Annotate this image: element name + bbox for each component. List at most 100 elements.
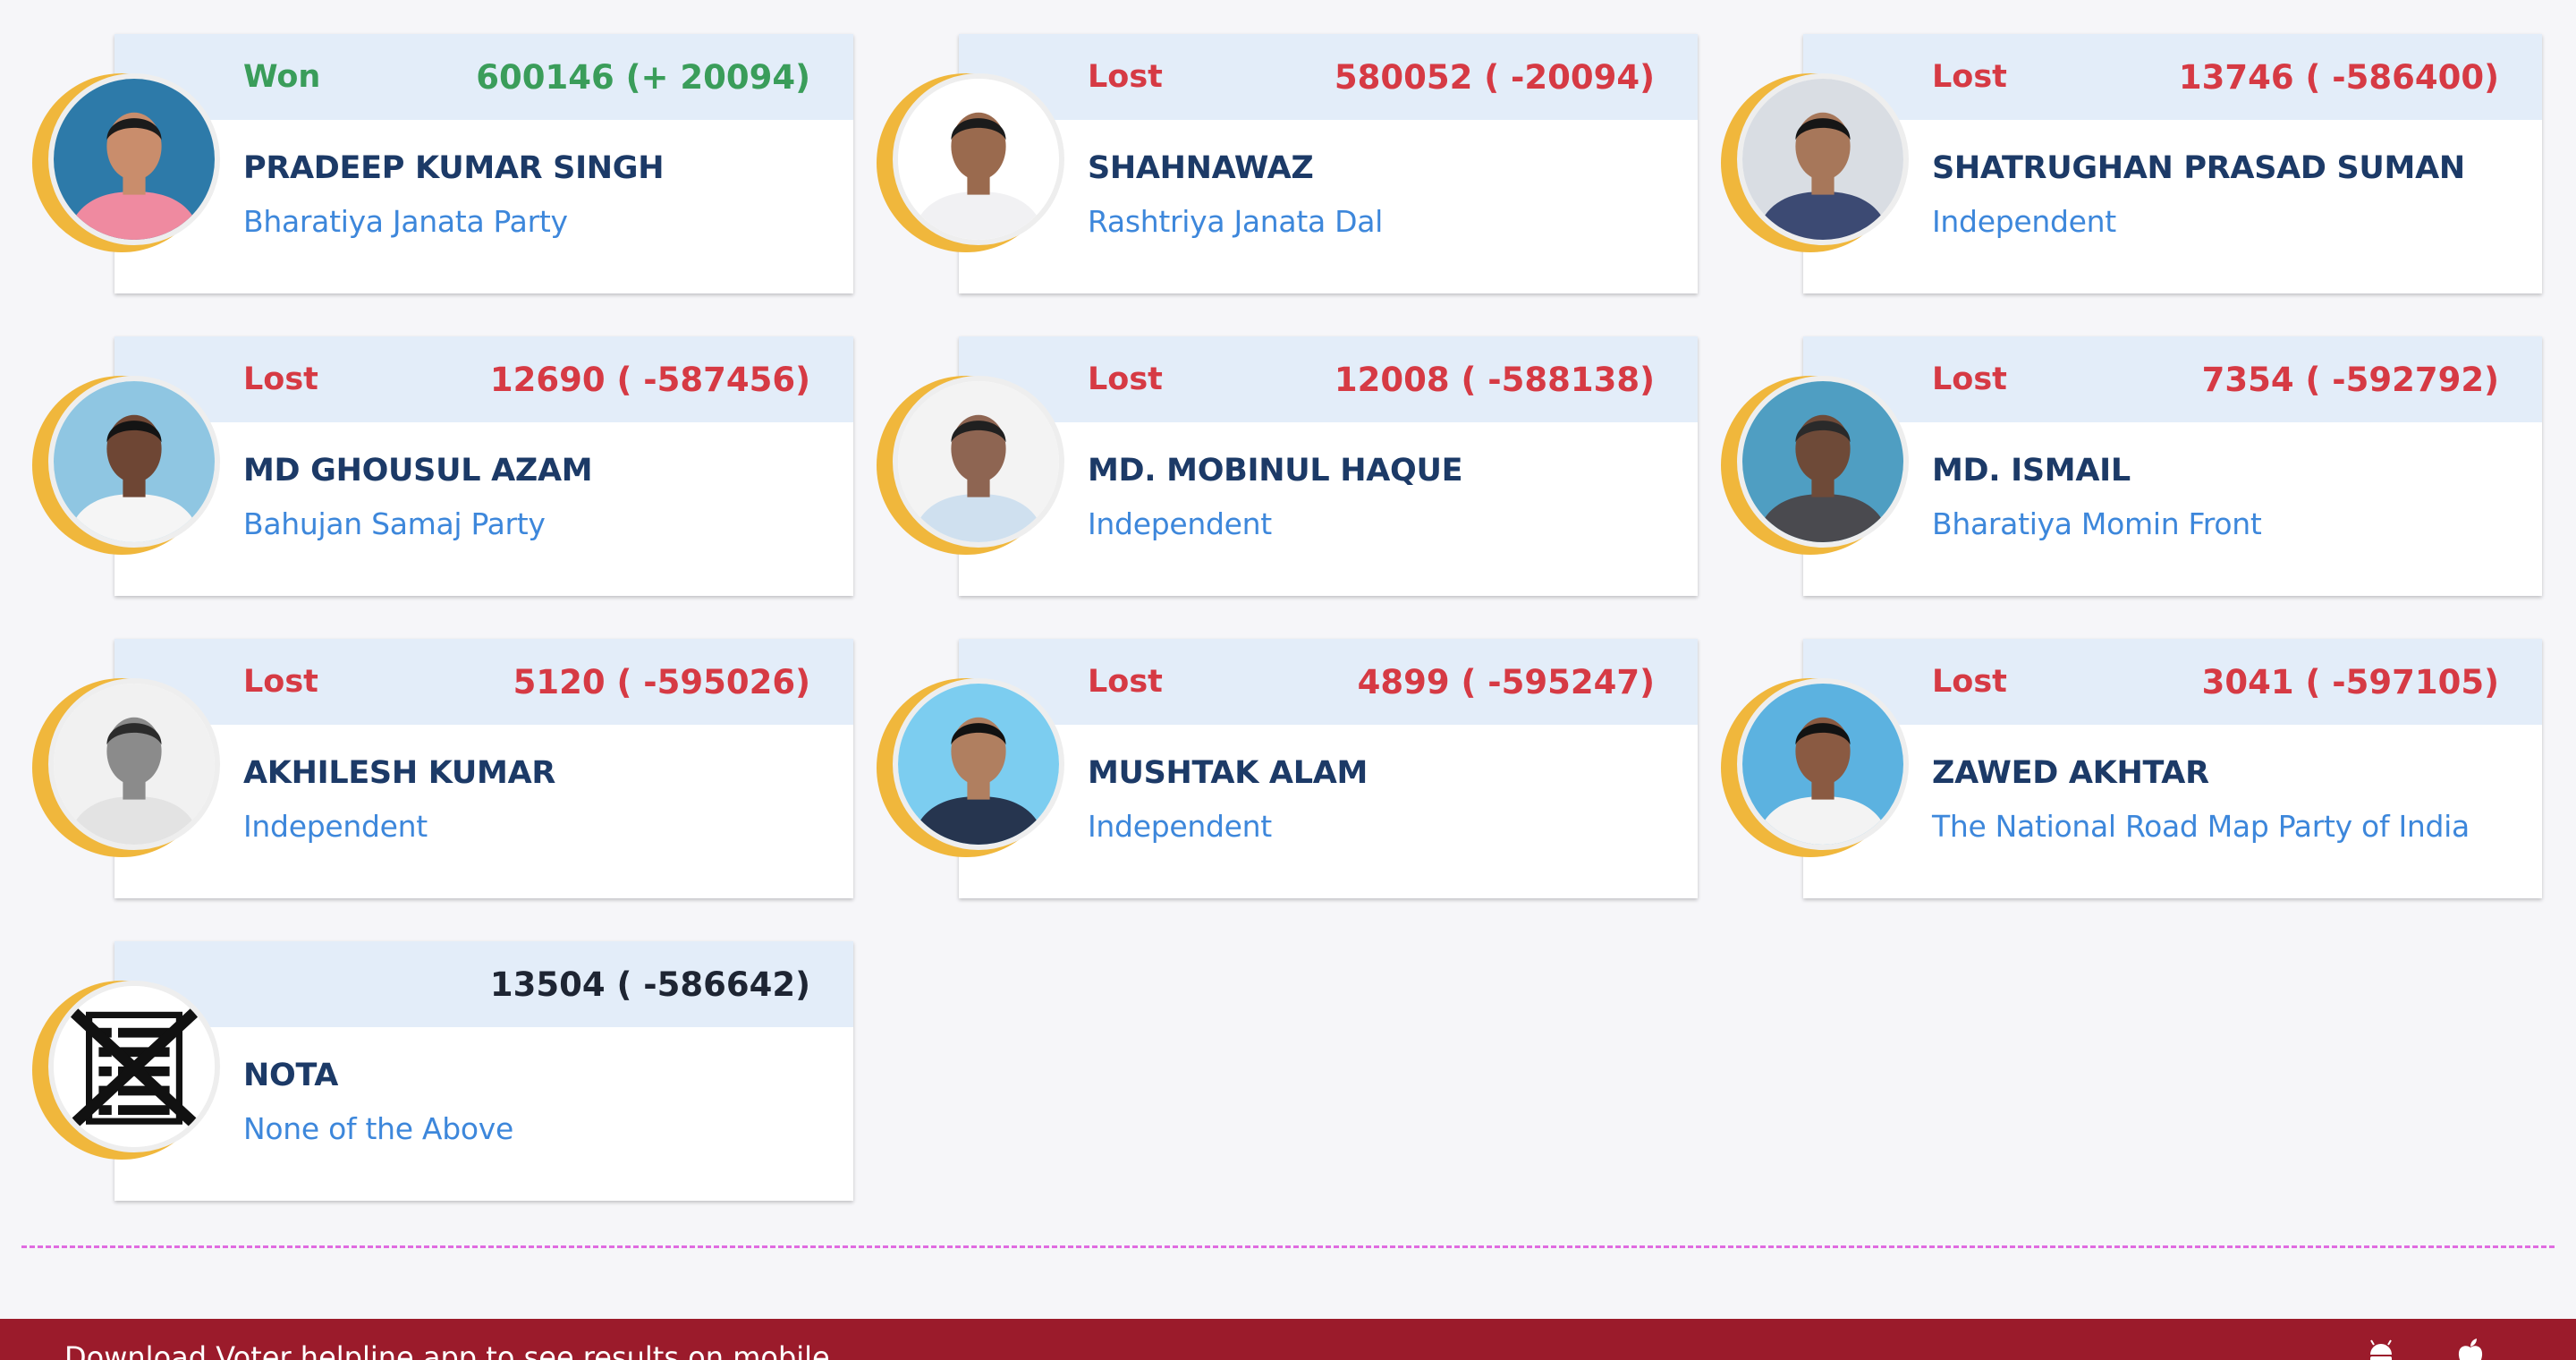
candidate-card[interactable]: Lost 3041 ( -597105) ZAWED AKHTAR The Natio… [1721, 639, 2542, 898]
result-status: Lost [1088, 664, 1163, 700]
card-header: Lost 12690 ( -587456) [114, 336, 853, 422]
candidate-photo-icon [54, 381, 215, 542]
party-name: Bharatiya Janata Party [243, 204, 568, 239]
candidate-card-panel: Won 600146 (+ 20094) PRADEEP KUMAR SINGH Bh… [114, 34, 853, 293]
candidate-photo-icon [1742, 79, 1903, 240]
result-status: Lost [1932, 664, 2007, 700]
result-status: Lost [1932, 59, 2007, 95]
avatar [48, 376, 220, 548]
candidate-grid: Won 600146 (+ 20094) PRADEEP KUMAR SINGH Bh… [32, 34, 2542, 1201]
candidate-card[interactable]: Lost 4899 ( -595247) MUSHTAK ALAM Independe… [877, 639, 1698, 898]
vote-count: 600146 (+ 20094) [476, 57, 810, 97]
card-header: Lost 12008 ( -588138) [959, 336, 1698, 422]
card-body: AKHILESH KUMAR Independent [114, 725, 853, 844]
card-header: Lost 4899 ( -595247) [959, 639, 1698, 725]
footer-text: Download Voter helpline app to see resul… [64, 1340, 830, 1360]
candidate-photo-icon [54, 79, 215, 240]
result-status: Lost [1088, 59, 1163, 95]
party-name: Independent [243, 809, 428, 844]
candidate-card-panel: Lost 4899 ( -595247) MUSHTAK ALAM Independe… [959, 639, 1698, 898]
card-body: SHAHNAWAZ Rashtriya Janata Dal [959, 120, 1698, 239]
dashed-divider [21, 1245, 2555, 1248]
vote-count: 4899 ( -595247) [1357, 662, 1655, 701]
candidate-name: NOTA [243, 1058, 339, 1093]
card-header: Lost 5120 ( -595026) [114, 639, 853, 725]
candidate-name: MUSHTAK ALAM [1088, 755, 1368, 791]
candidate-card-panel: 13504 ( -586642) NOTA None of the Above [114, 941, 853, 1201]
vote-count: 5120 ( -595026) [513, 662, 810, 701]
result-status: Lost [243, 664, 318, 700]
candidate-photo-icon [54, 684, 215, 845]
vote-count: 12690 ( -587456) [489, 360, 810, 399]
card-header: 13504 ( -586642) [114, 941, 853, 1027]
candidate-name: SHATRUGHAN PRASAD SUMAN [1932, 150, 2465, 186]
vote-count: 13746 ( -586400) [2178, 57, 2499, 97]
card-header: Lost 3041 ( -597105) [1803, 639, 2542, 725]
result-status: Lost [1932, 361, 2007, 397]
party-name: Bharatiya Momin Front [1932, 506, 2262, 541]
result-status: Lost [243, 361, 318, 397]
android-icon[interactable] [2363, 1335, 2399, 1360]
candidate-card-panel: Lost 13746 ( -586400) SHATRUGHAN PRASAD SU… [1803, 34, 2542, 293]
card-body: MD. ISMAIL Bharatiya Momin Front [1803, 422, 2542, 541]
card-body: PRADEEP KUMAR SINGH Bharatiya Janata Part… [114, 120, 853, 239]
apple-icon[interactable] [2453, 1335, 2488, 1360]
vote-count: 7354 ( -592792) [2201, 360, 2499, 399]
candidate-name: AKHILESH KUMAR [243, 755, 556, 791]
avatar [1737, 73, 1909, 245]
candidate-card[interactable]: Won 600146 (+ 20094) PRADEEP KUMAR SINGH Bh… [32, 34, 853, 293]
avatar [48, 678, 220, 850]
avatar [1737, 376, 1909, 548]
candidate-name: MD. ISMAIL [1932, 453, 2131, 489]
candidate-card-panel: Lost 7354 ( -592792) MD. ISMAIL Bharatiya M… [1803, 336, 2542, 596]
candidate-card-panel: Lost 5120 ( -595026) AKHILESH KUMAR Indepen… [114, 639, 853, 898]
avatar [48, 73, 220, 245]
result-status: Lost [1088, 361, 1163, 397]
candidate-card-panel: Lost 12008 ( -588138) MD. MOBINUL HAQUE Ind… [959, 336, 1698, 596]
candidate-photo-icon [898, 381, 1059, 542]
candidate-card[interactable]: Lost 13746 ( -586400) SHATRUGHAN PRASAD SU… [1721, 34, 2542, 293]
avatar [893, 678, 1064, 850]
candidate-name: PRADEEP KUMAR SINGH [243, 150, 665, 186]
avatar [1737, 678, 1909, 850]
party-name: Independent [1088, 506, 1272, 541]
vote-count: 580052 ( -20094) [1334, 57, 1655, 97]
avatar [893, 376, 1064, 548]
result-status: Won [243, 59, 321, 95]
card-body: NOTA None of the Above [114, 1027, 853, 1146]
candidate-card[interactable]: Lost 7354 ( -592792) MD. ISMAIL Bharatiya M… [1721, 336, 2542, 596]
party-name: Independent [1932, 204, 2116, 239]
candidate-card[interactable]: Lost 12008 ( -588138) MD. MOBINUL HAQUE Ind… [877, 336, 1698, 596]
vote-count: 3041 ( -597105) [2201, 662, 2499, 701]
candidate-card[interactable]: Lost 5120 ( -595026) AKHILESH KUMAR Indepen… [32, 639, 853, 898]
candidate-photo-icon [898, 684, 1059, 845]
candidate-card-panel: Lost 12690 ( -587456) MD GHOUSUL AZAM Bahuj… [114, 336, 853, 596]
card-body: MD GHOUSUL AZAM Bahujan Samaj Party [114, 422, 853, 541]
party-name: Rashtriya Janata Dal [1088, 204, 1383, 239]
candidate-photo-icon [898, 79, 1059, 240]
card-body: SHATRUGHAN PRASAD SUMAN Independent [1803, 120, 2542, 239]
card-body: MUSHTAK ALAM Independent [959, 725, 1698, 844]
vote-count: 12008 ( -588138) [1334, 360, 1655, 399]
candidate-photo-icon [1742, 684, 1903, 845]
nota-symbol-icon [54, 986, 215, 1147]
party-name: Independent [1088, 809, 1272, 844]
candidate-name: MD. MOBINUL HAQUE [1088, 453, 1463, 489]
party-name: The National Road Map Party of India [1932, 809, 2470, 844]
card-header: Lost 580052 ( -20094) [959, 34, 1698, 120]
candidate-name: MD GHOUSUL AZAM [243, 453, 593, 489]
card-body: ZAWED AKHTAR The National Road Map Party … [1803, 725, 2542, 844]
candidate-card-panel: Lost 580052 ( -20094) SHAHNAWAZ Rashtriya J… [959, 34, 1698, 293]
avatar [893, 73, 1064, 245]
card-header: Lost 7354 ( -592792) [1803, 336, 2542, 422]
candidate-card[interactable]: Lost 12690 ( -587456) MD GHOUSUL AZAM Bahuj… [32, 336, 853, 596]
avatar [48, 981, 220, 1152]
card-header: Lost 13746 ( -586400) [1803, 34, 2542, 120]
vote-count: 13504 ( -586642) [489, 965, 810, 1004]
card-header: Won 600146 (+ 20094) [114, 34, 853, 120]
candidate-card[interactable]: 13504 ( -586642) NOTA None of the Above [32, 941, 853, 1201]
candidate-card[interactable]: Lost 580052 ( -20094) SHAHNAWAZ Rashtriya J… [877, 34, 1698, 293]
card-body: MD. MOBINUL HAQUE Independent [959, 422, 1698, 541]
candidate-name: ZAWED AKHTAR [1932, 755, 2209, 791]
party-name: None of the Above [243, 1111, 513, 1146]
